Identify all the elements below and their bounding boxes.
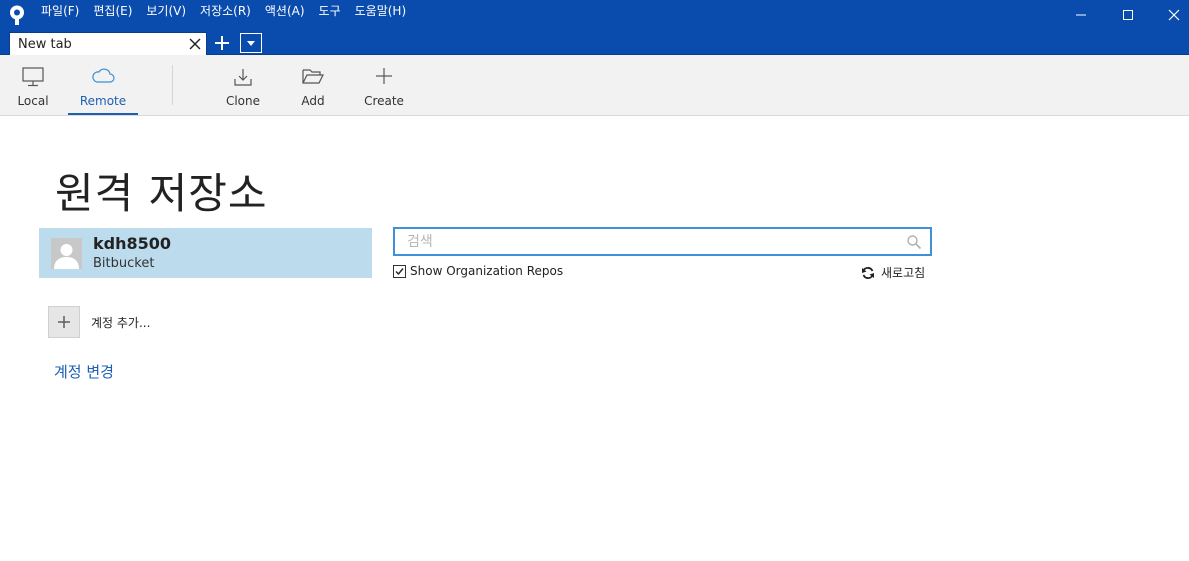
menu-view[interactable]: 보기(V) [146, 4, 186, 18]
clone-label: Clone [225, 94, 261, 108]
account-host: Bitbucket [93, 256, 155, 271]
search-box [393, 227, 932, 256]
local-button[interactable]: Local [10, 55, 56, 115]
avatar [51, 238, 82, 269]
minimize-icon [1076, 14, 1086, 16]
tab-bar: New tab [0, 30, 1189, 55]
search-input[interactable] [407, 232, 887, 252]
chevron-down-icon [247, 41, 255, 46]
account-item[interactable]: kdh8500 Bitbucket [39, 228, 372, 278]
account-name: kdh8500 [93, 234, 172, 253]
change-account-link[interactable]: 계정 변경 [54, 361, 114, 382]
local-label: Local [17, 94, 49, 108]
add-account-button[interactable] [48, 306, 80, 338]
maximize-icon [1123, 10, 1133, 20]
menu-help[interactable]: 도움말(H) [355, 4, 407, 18]
show-org-repos-label: Show Organization Repos [410, 264, 564, 278]
checkmark-icon [395, 267, 404, 275]
close-window-button[interactable] [1151, 0, 1189, 30]
create-button[interactable]: Create [358, 55, 410, 115]
clone-button[interactable]: Clone [220, 55, 266, 115]
download-icon [234, 69, 252, 86]
add-account-row: 계정 추가... [48, 306, 150, 338]
user-icon [51, 238, 82, 269]
sourcetree-logo-icon[interactable] [8, 5, 26, 25]
toolbar: Local Remote Clone Add Create [0, 55, 1189, 116]
toolbar-divider [172, 65, 173, 105]
menu-bar: 파일(F) 편집(E) 보기(V) 저장소(R) 액션(A) 도구 도움말(H) [41, 4, 420, 18]
refresh-icon [862, 266, 874, 279]
remote-label: Remote [79, 94, 127, 108]
tab-dropdown-button[interactable] [240, 33, 262, 53]
remote-button[interactable]: Remote [68, 55, 138, 115]
refresh-button[interactable]: 새로고침 [861, 264, 925, 281]
maximize-button[interactable] [1105, 0, 1151, 30]
page-title: 원격 저장소 [55, 169, 268, 218]
tab-label: New tab [18, 37, 72, 52]
menu-repository[interactable]: 저장소(R) [200, 4, 251, 18]
minimize-button[interactable] [1058, 0, 1104, 30]
add-button[interactable]: Add [290, 55, 336, 115]
search-icon [907, 235, 922, 250]
folder-open-icon [302, 69, 324, 84]
monitor-icon [22, 67, 44, 87]
menu-edit[interactable]: 편집(E) [93, 4, 132, 18]
menu-tools[interactable]: 도구 [319, 4, 341, 18]
tab-new-tab[interactable]: New tab [9, 32, 207, 55]
add-account-label[interactable]: 계정 추가... [91, 314, 150, 331]
menu-actions[interactable]: 액션(A) [265, 4, 305, 18]
plus-icon [376, 68, 392, 84]
refresh-label: 새로고침 [881, 266, 926, 280]
selected-indicator [68, 113, 138, 115]
checkbox[interactable] [393, 264, 406, 278]
title-bar: 파일(F) 편집(E) 보기(V) 저장소(R) 액션(A) 도구 도움말(H) [0, 0, 1189, 30]
show-org-repos-checkbox[interactable]: Show Organization Repos [393, 264, 563, 278]
plus-icon [58, 316, 70, 328]
menu-file[interactable]: 파일(F) [41, 4, 79, 18]
create-label: Create [364, 94, 404, 108]
add-label: Add [301, 94, 325, 108]
close-icon [1168, 9, 1180, 21]
cloud-icon [92, 68, 115, 83]
close-icon[interactable] [188, 37, 202, 51]
plus-icon[interactable] [212, 33, 232, 53]
